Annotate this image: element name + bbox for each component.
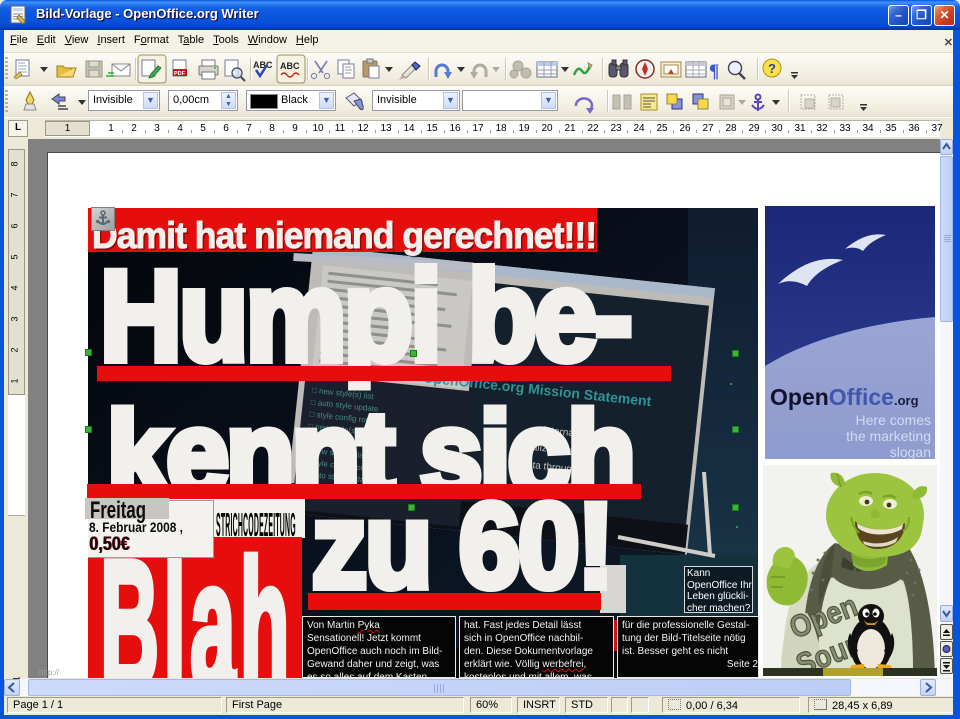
svg-text:ABC: ABC	[253, 60, 273, 70]
svg-text:Here comes: Here comes	[856, 412, 931, 428]
svg-text:¶: ¶	[709, 61, 719, 82]
svg-text:ABC: ABC	[280, 61, 300, 71]
svg-text:PDF: PDF	[174, 71, 186, 77]
svg-text:slogan: slogan	[890, 444, 931, 459]
svg-text:the marketing: the marketing	[846, 428, 931, 444]
svg-text:?: ?	[768, 61, 776, 76]
